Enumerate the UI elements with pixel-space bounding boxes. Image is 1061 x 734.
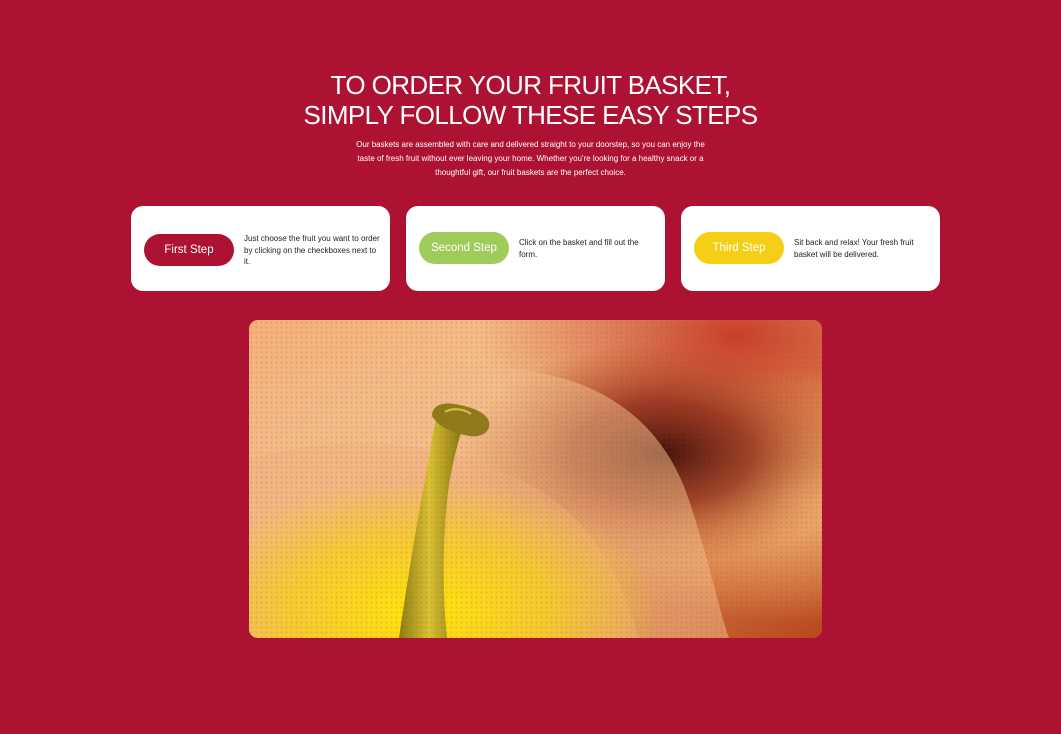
- apple-photo: [249, 320, 822, 638]
- step-card-second: Second Step Click on the basket and fill…: [406, 206, 665, 291]
- page-title-line-1: TO ORDER YOUR FRUIT BASKET,: [330, 70, 731, 100]
- first-step-description: Just choose the fruit you want to order …: [244, 234, 380, 266]
- page-title: TO ORDER YOUR FRUIT BASKET, SIMPLY FOLLO…: [0, 70, 1061, 130]
- hero-section: TO ORDER YOUR FRUIT BASKET, SIMPLY FOLLO…: [0, 70, 1061, 180]
- intro-paragraph: Our baskets are assembled with care and …: [356, 140, 705, 177]
- step-card-first: First Step Just choose the fruit you wan…: [131, 206, 390, 291]
- steps-row: First Step Just choose the fruit you wan…: [131, 206, 940, 291]
- page-title-line-2: SIMPLY FOLLOW THESE EASY STEPS: [303, 100, 758, 130]
- first-step-button[interactable]: First Step: [144, 234, 234, 266]
- third-step-description: Sit back and relax! Your fresh fruit bas…: [794, 238, 914, 259]
- third-step-button[interactable]: Third Step: [694, 232, 784, 264]
- second-step-description: Click on the basket and fill out the for…: [519, 238, 639, 259]
- second-step-button[interactable]: Second Step: [419, 232, 509, 264]
- step-card-third: Third Step Sit back and relax! Your fres…: [681, 206, 940, 291]
